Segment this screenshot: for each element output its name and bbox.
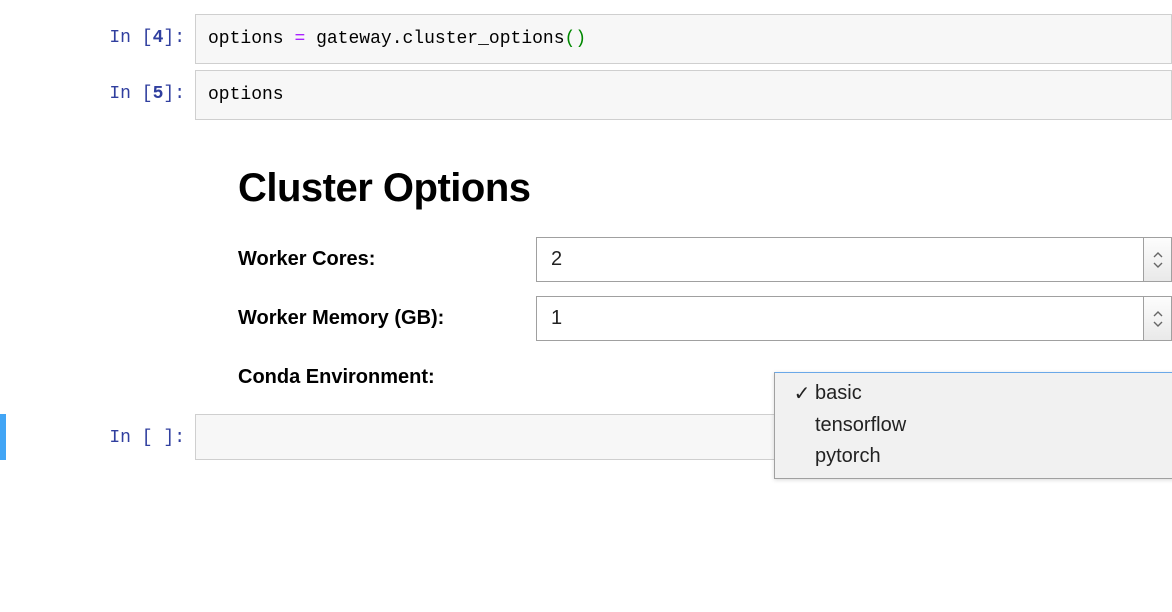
dropdown-item-pytorch[interactable]: pytorch — [775, 441, 1172, 472]
chevron-down-icon — [1152, 319, 1164, 329]
stepper-buttons[interactable] — [1144, 237, 1172, 282]
dropdown-item-label: tensorflow — [815, 414, 906, 437]
prompt-number: 4 — [153, 28, 164, 48]
code-token: gateway — [316, 29, 392, 49]
code-token — [284, 29, 295, 49]
check-icon: ✓ — [789, 381, 815, 406]
stepper-buttons[interactable] — [1144, 296, 1172, 341]
dropdown-item-basic[interactable]: ✓ basic — [775, 377, 1172, 410]
code-input[interactable]: options — [195, 70, 1172, 120]
field-row-worker-memory: Worker Memory (GB): — [238, 296, 1172, 341]
prompt-prefix: In [ — [109, 84, 152, 104]
dropdown-item-tensorflow[interactable]: tensorflow — [775, 410, 1172, 441]
field-label: Conda Environment: — [238, 366, 536, 389]
chevron-down-icon — [1152, 260, 1164, 270]
code-cell: In [5]: options — [0, 70, 1172, 120]
code-input[interactable]: options = gateway.cluster_options() — [195, 14, 1172, 64]
notebook: In [4]: options = gateway.cluster_option… — [0, 0, 1172, 460]
worker-cores-stepper — [536, 237, 1172, 282]
field-label: Worker Memory (GB): — [238, 307, 536, 330]
code-token: options — [208, 29, 284, 49]
code-token: cluster_options — [403, 29, 565, 49]
worker-cores-input[interactable] — [536, 237, 1144, 282]
cell-output: Cluster Options Worker Cores: Worker Mem… — [238, 126, 1172, 400]
code-token — [305, 29, 316, 49]
conda-env-dropdown[interactable]: ✓ basic tensorflow pytorch — [774, 372, 1172, 479]
code-token: . — [392, 29, 403, 49]
worker-memory-stepper — [536, 296, 1172, 341]
dropdown-item-label: basic — [815, 382, 862, 405]
chevron-up-icon — [1152, 250, 1164, 260]
field-label: Worker Cores: — [238, 248, 536, 271]
input-prompt: In [ ]: — [6, 414, 195, 452]
prompt-suffix: ]: — [163, 428, 185, 448]
code-token: ( — [565, 29, 576, 49]
input-prompt: In [5]: — [0, 70, 195, 108]
output-title: Cluster Options — [238, 166, 1172, 211]
prompt-number: 5 — [153, 84, 164, 104]
code-cell: In [4]: options = gateway.cluster_option… — [0, 14, 1172, 64]
prompt-number — [153, 428, 164, 448]
input-prompt: In [4]: — [0, 14, 195, 52]
prompt-suffix: ]: — [163, 28, 185, 48]
dropdown-item-label: pytorch — [815, 445, 881, 468]
worker-memory-input[interactable] — [536, 296, 1144, 341]
code-token: options — [208, 85, 284, 105]
chevron-up-icon — [1152, 309, 1164, 319]
code-token: = — [294, 29, 305, 49]
prompt-prefix: In [ — [109, 28, 152, 48]
prompt-suffix: ]: — [163, 84, 185, 104]
code-token: ) — [575, 29, 586, 49]
prompt-prefix: In [ — [109, 428, 152, 448]
field-row-worker-cores: Worker Cores: — [238, 237, 1172, 282]
